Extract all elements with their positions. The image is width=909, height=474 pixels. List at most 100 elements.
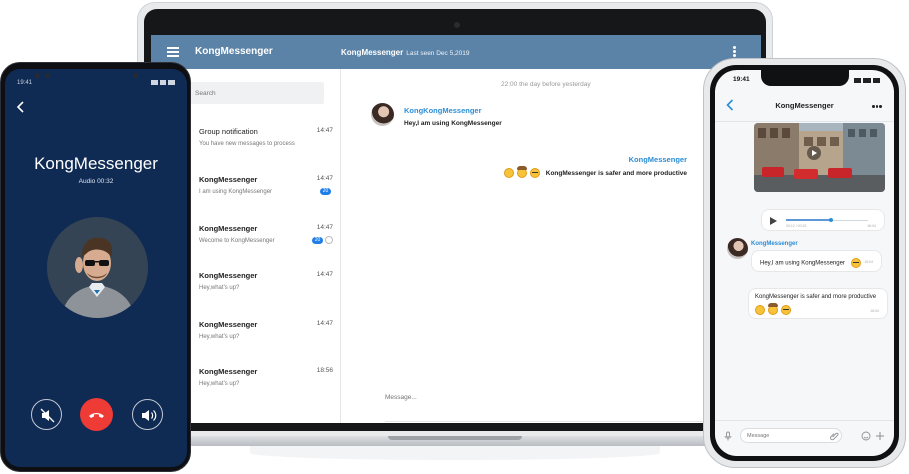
caller-avatar [47,217,148,318]
incoming-sender-name: KongKongMessenger [404,106,482,115]
chat-last-seen: Last seen Dec 5,2019 [406,50,470,57]
chat-header: KongMessenger [715,90,894,122]
iphone-chat-screen: 19:41 KongMessenger 00:12 / 00:32 16:04 … [715,70,894,456]
contact-name: KongMessenger [199,271,258,280]
outgoing-message-bubble: KongMessenger is safer and more producti… [748,288,888,319]
audio-progress-fill [786,219,832,221]
contact-item[interactable]: KongMessenger 14:47 Wecome to KongMessen… [199,224,333,264]
nerd-emoji-icon [850,258,861,268]
paperclip-icon[interactable] [829,431,839,441]
play-icon[interactable] [770,217,777,225]
chat-title: KongMessenger [775,101,834,110]
message-input[interactable] [385,394,715,401]
laptop-screen: KongMessenger KongMessenger Last seen Dec… [151,35,761,423]
front-camera-icon [45,73,50,78]
android-phone: 19:41 KongMessenger Audio 00:32 [0,62,191,472]
more-options-icon[interactable] [733,46,736,57]
message-time: 15:04 [864,260,873,264]
contact-preview: I am using KongMessenger [199,189,273,195]
plus-icon[interactable] [875,431,885,441]
contact-time: 18:56 [316,367,333,374]
contact-time: 14:47 [316,127,333,134]
search-input[interactable] [189,82,324,104]
speaker-icon [142,410,157,421]
contact-name: KongMessenger [199,224,258,233]
contact-preview: Hey,what's up? [199,381,240,387]
audio-progress-track[interactable] [786,218,868,222]
contact-name: KongMessenger [199,175,258,184]
contact-time: 14:47 [316,320,333,327]
call-screen: 19:41 KongMessenger Audio 00:32 [5,69,187,467]
end-call-icon [89,413,104,418]
mute-button[interactable] [31,399,62,430]
status-time: 19:41 [733,76,750,83]
avatar[interactable] [727,238,748,259]
contact-item[interactable]: KongMessenger 18:56 Hey,what's up? [199,367,333,407]
more-options-icon[interactable] [872,105,883,108]
contact-preview: Wecome to KongMessenger [199,238,275,244]
contact-item[interactable]: KongMessenger 14:47 I am using KongMesse… [199,175,333,215]
laptop-camera [454,22,460,28]
unread-badge: 20 [320,188,331,195]
incoming-message-row: Hey,I am using KongMessenger [760,258,861,268]
shared-photo[interactable] [754,123,885,192]
incoming-message: Hey,I am using KongMessenger [404,120,502,127]
caller-name: KongMessenger [34,154,158,173]
iphone-bezel: 19:41 KongMessenger 00:12 / 00:32 16:04 … [710,65,899,461]
mute-icon [40,408,55,423]
end-call-button[interactable] [80,398,113,431]
app-header: KongMessenger KongMessenger Last seen Dec… [151,35,761,69]
audio-duration: 00:12 / 00:32 [786,224,807,228]
contact-name: KongMessenger [199,320,258,329]
outgoing-message-row: KongMessenger is safer and more producti… [503,166,687,178]
contact-item[interactable]: Group notification 14:47 You have new me… [199,127,333,167]
unread-badge: 20 [312,237,323,244]
outgoing-emojis [755,303,791,315]
date-divider: 22:00 the day before yesterday [501,81,591,88]
iphone: 19:41 KongMessenger 00:12 / 00:32 16:04 … [703,58,906,468]
contact-time: 14:47 [316,271,333,278]
speaker-button[interactable] [132,399,163,430]
incoming-message-bubble: Hey,I am using KongMessenger 15:04 [751,250,882,272]
street-photo [754,123,885,192]
status-icons [151,80,176,85]
caller-photo [47,217,148,318]
outgoing-message: KongMessenger is safer and more producti… [545,169,687,177]
message-time: 16:04 [867,224,876,228]
contact-time: 14:47 [316,224,333,231]
audio-progress-handle[interactable] [829,218,834,222]
incoming-sender-name: KongMessenger [751,241,798,247]
hugging-emoji-icon [755,305,765,315]
incoming-message: Hey,I am using KongMessenger [760,260,845,267]
iphone-notch [761,70,849,86]
microphone-icon[interactable] [723,431,733,441]
mute-icon [325,236,333,244]
laptop: KongMessenger KongMessenger Last seen Dec… [137,2,773,438]
status-icons [854,78,880,83]
chat-panel: 22:00 the day before yesterday KongKongM… [341,69,761,423]
chat-title: KongMessenger Last seen Dec 5,2019 [341,48,469,57]
sensor-icon [133,73,138,78]
cowboy-emoji-icon [768,303,778,315]
front-camera-icon [35,73,40,78]
divider [385,421,715,422]
app-title: KongMessenger [195,46,273,57]
hamburger-menu-icon[interactable] [167,47,179,57]
cowboy-emoji-icon [516,166,527,178]
back-arrow-icon[interactable] [16,101,26,113]
avatar[interactable] [371,103,394,126]
nerd-emoji-icon [781,305,791,315]
outgoing-sender-name: KongMessenger [628,155,687,164]
contact-item[interactable]: KongMessenger 14:47 Hey,what's up? [199,320,333,360]
contact-name: Group notification [199,127,258,136]
contact-preview: You have new messages to process [199,141,295,147]
emoji-icon[interactable] [861,431,871,441]
status-time: 19:41 [17,80,33,86]
message-input[interactable] [740,428,842,443]
nerd-emoji-icon [529,168,540,178]
contact-item[interactable]: KongMessenger 14:47 Hey,what's up? [199,271,333,311]
voice-message: 00:12 / 00:32 16:04 [761,209,885,231]
laptop-notch [388,436,522,440]
laptop-shadow [250,446,660,460]
hugging-emoji-icon [503,168,514,178]
